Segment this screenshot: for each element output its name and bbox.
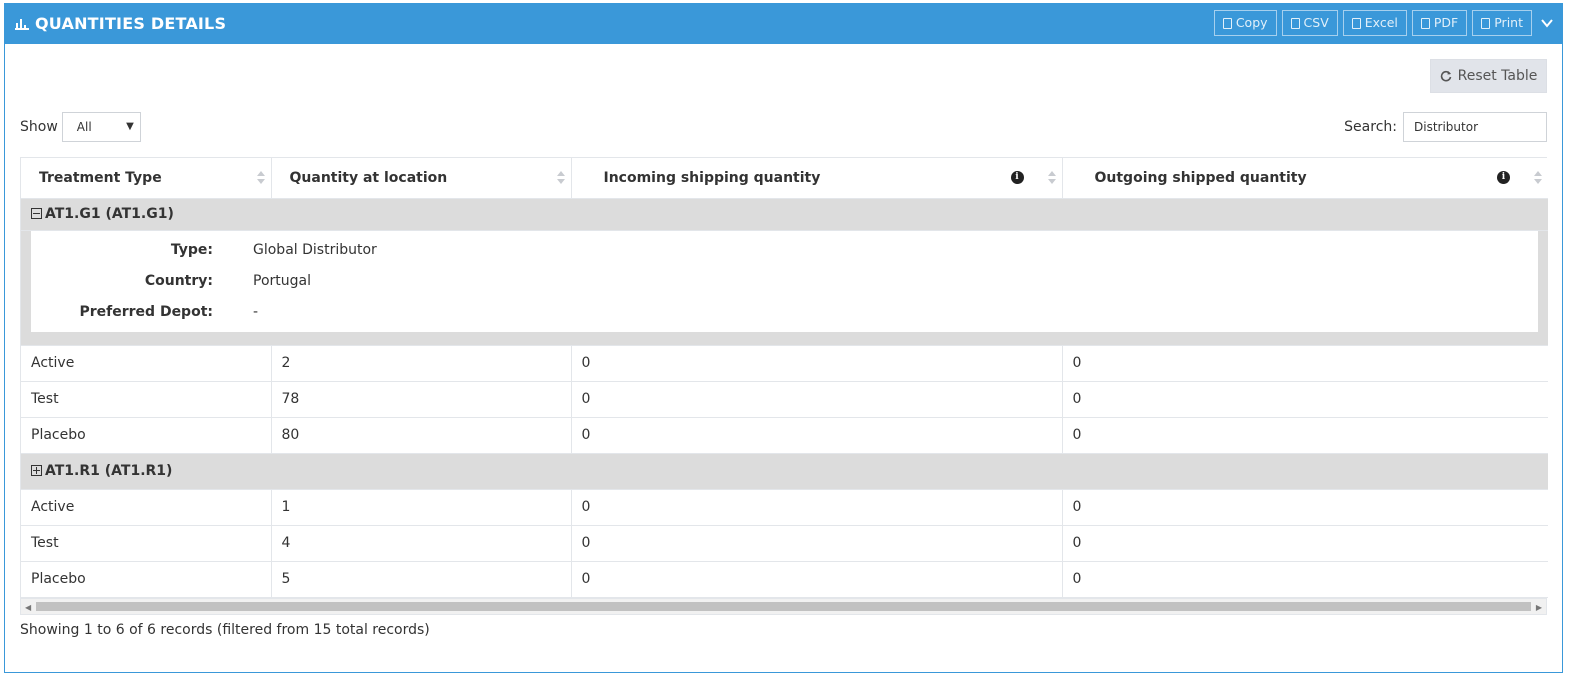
table-info: Showing 1 to 6 of 6 records (filtered fr… xyxy=(20,622,430,638)
scroll-left-icon[interactable]: ◀ xyxy=(25,603,31,612)
print-icon xyxy=(1481,17,1491,29)
col-quantity-at-location[interactable]: Quantity at location xyxy=(271,158,572,199)
table-row: Active 2 0 0 xyxy=(21,345,1548,382)
col-incoming-shipping[interactable]: Incoming shipping quantity i xyxy=(571,158,1063,199)
copy-button[interactable]: Copy xyxy=(1213,10,1277,36)
csv-icon xyxy=(1290,17,1300,29)
group-row[interactable]: AT1.R1 (AT1.R1) xyxy=(21,453,1548,490)
refresh-icon xyxy=(1440,70,1451,82)
sort-icon xyxy=(256,170,265,186)
scroll-right-icon[interactable]: ▶ xyxy=(1536,603,1542,612)
sort-icon xyxy=(1047,170,1056,186)
panel-title: QUANTITIES DETAILS xyxy=(15,14,226,33)
detail-row: Country: Portugal xyxy=(144,273,311,289)
panel-title-text: QUANTITIES DETAILS xyxy=(35,14,227,33)
excel-button[interactable]: Excel xyxy=(1342,10,1407,36)
excel-icon xyxy=(1351,17,1361,29)
search: Search: xyxy=(1344,112,1547,142)
csv-button[interactable]: CSV xyxy=(1281,10,1338,36)
search-input[interactable] xyxy=(1403,112,1547,142)
col-treatment-type[interactable]: Treatment Type xyxy=(21,158,272,199)
pdf-button[interactable]: PDF xyxy=(1411,10,1468,36)
sort-icon xyxy=(556,170,565,186)
col-outgoing-shipped[interactable]: Outgoing shipped quantity i xyxy=(1062,158,1548,199)
table-row: Placebo 80 0 0 xyxy=(21,417,1548,454)
caret-down-icon: ▼ xyxy=(126,121,134,132)
bar-chart-icon xyxy=(15,18,29,30)
panel-header: QUANTITIES DETAILS Copy CSV Excel PDF Pr… xyxy=(5,4,1562,44)
table-row: Active 1 0 0 xyxy=(21,489,1548,526)
detail-row: Preferred Depot: - xyxy=(79,304,259,320)
table-row: Test 4 0 0 xyxy=(21,525,1548,562)
pdf-icon xyxy=(1420,17,1430,29)
group-row[interactable]: AT1.G1 (AT1.G1) xyxy=(21,198,1548,231)
table-row: Test 78 0 0 xyxy=(21,381,1548,418)
show-length-select[interactable]: All ▼ xyxy=(61,112,141,142)
table-row: Placebo 5 0 0 xyxy=(21,561,1548,598)
info-icon[interactable]: i xyxy=(1010,171,1024,184)
export-buttons: Copy CSV Excel PDF Print xyxy=(1213,10,1532,36)
search-label: Search: xyxy=(1344,119,1397,135)
copy-icon xyxy=(1222,17,1232,29)
print-button[interactable]: Print xyxy=(1472,10,1532,36)
scrollbar-thumb[interactable] xyxy=(36,601,1531,611)
horizontal-scrollbar[interactable]: ◀ ▶ xyxy=(21,597,1546,614)
detail-row: Type: Global Distributor xyxy=(170,242,377,258)
quantities-panel: QUANTITIES DETAILS Copy CSV Excel PDF Pr… xyxy=(4,3,1563,673)
show-length: Show All ▼ xyxy=(20,112,141,142)
reset-table-button[interactable]: Reset Table xyxy=(1430,59,1547,93)
group-details: Type: Global Distributor Country: Portugal… xyxy=(21,230,1548,346)
expand-icon[interactable] xyxy=(31,465,42,476)
info-icon[interactable]: i xyxy=(1497,171,1510,184)
collapse-icon[interactable] xyxy=(31,208,42,219)
sort-icon xyxy=(1534,170,1542,186)
show-label: Show xyxy=(20,119,58,135)
quantities-table: Treatment Type Quantity at location Inco… xyxy=(20,157,1548,615)
chevron-down-icon[interactable] xyxy=(1540,16,1554,30)
